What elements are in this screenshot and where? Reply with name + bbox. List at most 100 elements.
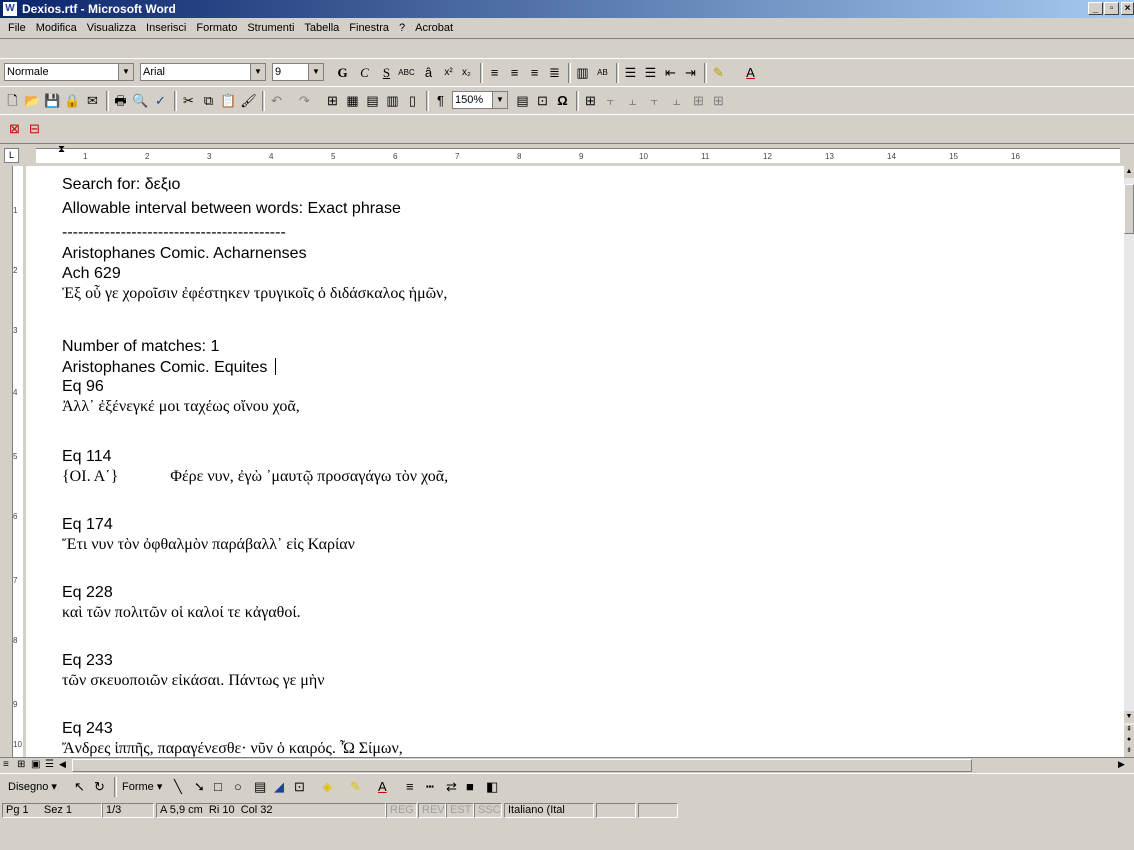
show-formatting-icon[interactable]: ¶	[432, 92, 449, 109]
status-overtype[interactable]: SSC	[474, 803, 502, 818]
subscript-icon[interactable]: x₂	[458, 64, 475, 81]
decrease-indent-icon[interactable]: ⇤	[662, 64, 679, 81]
horizontal-ruler[interactable]: L 1 2 3 4 5 6 7 8 9 10 11 12 13 14 15 16…	[0, 144, 1124, 166]
doc-line-greek[interactable]: Ἄνδρες ἱππῆς, παραγένεσθε· νῦν ὁ καιρός.…	[62, 740, 403, 757]
menu-modifica[interactable]: Modifica	[31, 19, 82, 34]
table-tool-icon[interactable]: ⊞	[710, 92, 727, 109]
shadow-icon[interactable]: ■	[466, 778, 474, 796]
chevron-down-icon[interactable]: ▼	[250, 64, 265, 80]
autoshapes-menu[interactable]: Forme ▾	[122, 778, 162, 796]
small-caps-icon[interactable]: ABC	[398, 64, 415, 81]
previous-page-icon[interactable]: ⇞	[1124, 725, 1134, 735]
menu-visualizza[interactable]: Visualizza	[82, 19, 141, 34]
minimize-button[interactable]: _	[1088, 2, 1103, 15]
menu-inserisci[interactable]: Inserisci	[141, 19, 191, 34]
hscroll-thumb[interactable]	[72, 759, 972, 772]
arrow-style-icon[interactable]: ⇄	[446, 778, 457, 796]
horizontal-scrollbar[interactable]: ≡ ⊞ ▣ ☰ ◀ ▶	[0, 757, 1134, 774]
zoom-dropdown[interactable]: 150% ▼	[452, 91, 508, 109]
doc-line-ref[interactable]: Eq 233	[62, 652, 113, 670]
bullet-list-icon[interactable]: ☰	[642, 64, 659, 81]
save-icon[interactable]: 💾	[44, 92, 61, 109]
permission-icon[interactable]: 🔒	[64, 92, 81, 109]
char-scale-icon[interactable]: â	[420, 64, 437, 81]
underline-button[interactable]: S	[378, 64, 395, 81]
table-tool-icon[interactable]: ⫠	[624, 92, 641, 109]
doc-line-match-count[interactable]: Number of matches: 1	[62, 338, 219, 356]
normal-view-icon[interactable]: ≡	[3, 759, 9, 770]
3d-icon[interactable]: ◧	[486, 778, 498, 796]
increase-indent-icon[interactable]: ⇥	[682, 64, 699, 81]
outline-view-icon[interactable]: ☰	[45, 759, 54, 770]
rotate-icon[interactable]: ↻	[94, 778, 105, 796]
print-icon[interactable]: 🖶	[112, 92, 129, 109]
select-objects-icon[interactable]: ↖	[74, 778, 85, 796]
doc-line-greek[interactable]: καὶ τῶν πολιτῶν οἱ καλοί τε κἀγαθοί.	[62, 604, 301, 622]
status-language[interactable]: Italiano (Ital	[504, 803, 594, 818]
highlight-icon[interactable]: ✎	[710, 64, 727, 81]
status-record[interactable]: REG	[386, 803, 417, 818]
dash-style-icon[interactable]: ┅	[426, 778, 434, 796]
doc-line-greek[interactable]: τῶν σκευοποιῶν εἰκάσαι. Πάντως γε μὴν	[62, 672, 324, 690]
doc-line-ref[interactable]: Eq 174	[62, 516, 113, 534]
superscript-icon[interactable]: x²	[440, 64, 457, 81]
menu-strumenti[interactable]: Strumenti	[242, 19, 299, 34]
doc-line-ref[interactable]: Eq 228	[62, 584, 113, 602]
email-icon[interactable]: ✉	[84, 92, 101, 109]
scroll-down-icon[interactable]: ▼	[1124, 711, 1134, 723]
oval-icon[interactable]: ○	[234, 778, 242, 796]
draw-menu[interactable]: Disegno ▾	[8, 778, 57, 796]
document-map-icon[interactable]: ▤	[514, 92, 531, 109]
cell-icon[interactable]: ⊞	[582, 92, 599, 109]
columns-icon[interactable]: ▯	[404, 92, 421, 109]
scroll-left-icon[interactable]: ◀	[59, 759, 66, 770]
align-left-icon[interactable]: ≡	[486, 64, 503, 81]
rectangle-icon[interactable]: □	[214, 778, 222, 796]
print-preview-icon[interactable]: 🔍	[132, 92, 149, 109]
vertical-scrollbar[interactable]: ▲ ▼ ⇞ ● ⇟	[1124, 166, 1134, 757]
indent-marker-icon[interactable]: ⧗	[58, 144, 65, 155]
italic-button[interactable]: C	[356, 64, 373, 81]
restore-button[interactable]: ▫	[1104, 2, 1119, 15]
word-app-icon[interactable]: W	[3, 2, 17, 16]
font-dropdown[interactable]: Arial ▼	[140, 63, 266, 81]
paste-icon[interactable]: 📋	[220, 92, 237, 109]
next-page-icon[interactable]: ⇟	[1124, 745, 1134, 757]
doc-line-heading-equites[interactable]: Aristophanes Comic. Equites	[62, 358, 277, 377]
clipart-icon[interactable]: ⊡	[294, 778, 305, 796]
insert-field-icon[interactable]: ⊡	[534, 92, 551, 109]
table-tool-icon[interactable]: ⫟	[646, 92, 663, 109]
tables-icon[interactable]: ▦	[344, 92, 361, 109]
document-area[interactable]: Search for: δεξιο Allowable interval bet…	[26, 166, 1124, 757]
chevron-down-icon[interactable]: ▼	[492, 92, 507, 108]
scroll-right-icon[interactable]: ▶	[1118, 759, 1125, 770]
browse-object-icon[interactable]: ●	[1124, 735, 1134, 745]
convert-and-email-icon[interactable]: ⊟	[26, 120, 43, 137]
chevron-down-icon[interactable]: ▼	[308, 64, 323, 80]
line-icon[interactable]: ╲	[174, 778, 182, 796]
arrow-icon[interactable]: ➘	[194, 778, 205, 796]
menu-formato[interactable]: Formato	[191, 19, 242, 34]
doc-line-greek[interactable]: {ΟΙ. Α΄} Φέρε νυν, ἐγὼ ᾽μαυτῷ προσαγάγω …	[62, 468, 448, 486]
tab-selector-icon[interactable]: L	[4, 148, 19, 163]
vertical-ruler[interactable]: 1 2 3 4 5 6 7 8 9 10	[0, 166, 26, 757]
doc-line-ref[interactable]: Eq 243	[62, 720, 113, 738]
justify-icon[interactable]: ≣	[546, 64, 563, 81]
doc-line-greek[interactable]: Ἔτι νυν τὸν ὀφθαλμὸν παράβαλλ᾽ εἰς Καρία…	[62, 536, 355, 554]
table-tool-icon[interactable]: ⊞	[690, 92, 707, 109]
copy-icon[interactable]: ⧉	[200, 92, 217, 109]
numbered-list-icon[interactable]: ☰	[622, 64, 639, 81]
style-dropdown[interactable]: Normale ▼	[4, 63, 134, 81]
doc-line-ref[interactable]: Ach 629	[62, 265, 121, 283]
insert-table-icon[interactable]: ▤	[364, 92, 381, 109]
menu-tabella[interactable]: Tabella	[299, 19, 344, 34]
align-center-icon[interactable]: ≡	[506, 64, 523, 81]
menu-finestra[interactable]: Finestra	[344, 19, 394, 34]
doc-line-search-for[interactable]: Search for: δεξιο	[62, 176, 180, 194]
close-button[interactable]: ×	[1121, 2, 1134, 15]
font-color-icon[interactable]: A	[378, 778, 387, 796]
ruler-strip[interactable]: 1 2 3 4 5 6 7 8 9 10 11 12 13 14 15 16	[36, 148, 1120, 163]
web-layout-icon[interactable]: ⊞	[17, 759, 25, 770]
textbox-icon[interactable]: ▤	[254, 778, 266, 796]
open-folder-icon[interactable]: 📂	[24, 92, 41, 109]
